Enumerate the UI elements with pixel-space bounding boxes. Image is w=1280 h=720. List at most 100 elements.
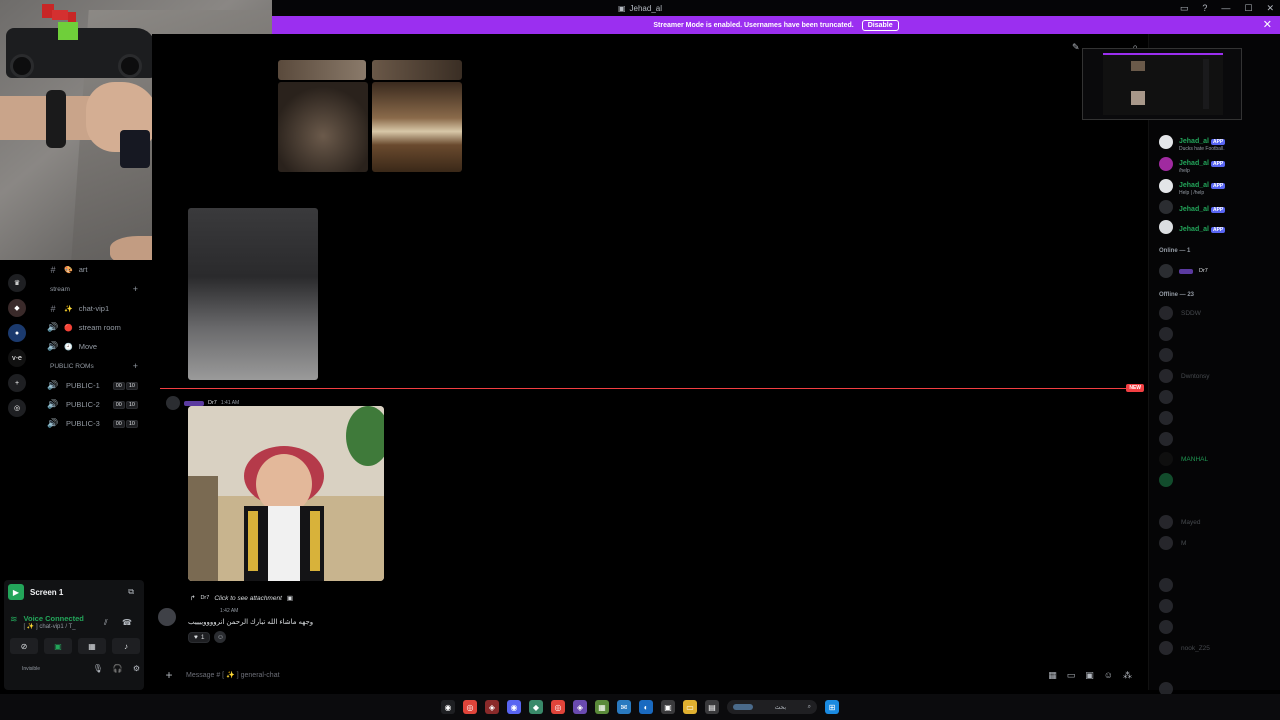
member-offline[interactable]: M [1159, 536, 1186, 550]
member-offline[interactable] [1159, 327, 1181, 341]
noise-suppression-icon[interactable]: ⫽ [104, 618, 108, 628]
reaction-heart[interactable]: ♥ 1 [188, 631, 211, 643]
microphone-icon[interactable]: 🎙 [93, 664, 103, 673]
server-icon[interactable]: v-e [8, 349, 26, 367]
disable-streamer-mode-button[interactable]: Disable [861, 19, 899, 31]
add-channel-icon[interactable]: + [133, 284, 138, 294]
activities-icon[interactable]: ▦ [78, 638, 106, 654]
attachment-image[interactable] [278, 82, 368, 172]
member-offline[interactable]: Dwntonsy [1159, 369, 1210, 383]
mail-icon[interactable]: ✉ [617, 700, 631, 714]
attachment-image[interactable] [188, 406, 384, 581]
channel-label: Move [78, 342, 98, 351]
channel-art[interactable]: # 🎨 art [38, 260, 148, 279]
folder-icon[interactable]: ▭ [683, 700, 697, 714]
member-offline[interactable] [1159, 578, 1181, 592]
channel-public-3[interactable]: 🔊 PUBLIC-3 00 10 [38, 414, 148, 433]
obs-icon[interactable]: ◉ [441, 700, 455, 714]
discord-icon[interactable]: ◉ [507, 700, 521, 714]
user-status[interactable]: Invisible [22, 666, 40, 672]
member-offline[interactable] [1159, 390, 1181, 404]
category-public-roms[interactable]: PUBLIC ROMs + [38, 356, 148, 376]
close-banner-icon[interactable]: ✕ [1263, 18, 1272, 31]
edge-icon[interactable]: ◐ [639, 700, 653, 714]
member-offline[interactable]: nook_Z25 [1159, 641, 1210, 655]
sticker-icon[interactable]: ▣ [1085, 670, 1094, 681]
avatar[interactable] [166, 396, 180, 410]
member-offline[interactable] [1159, 348, 1181, 362]
add-reaction-icon[interactable]: ☺ [214, 631, 227, 643]
member-offline[interactable] [1159, 620, 1181, 634]
category-stream[interactable]: stream + [38, 279, 148, 299]
gif-icon[interactable]: ▭ [1067, 670, 1076, 681]
server-icon[interactable]: ● [8, 324, 26, 342]
minecraft-icon[interactable]: ▦ [595, 700, 609, 714]
discover-icon[interactable]: ◎ [8, 399, 26, 417]
channel-stream-room[interactable]: 🔊 🔴 stream room [38, 318, 148, 337]
message-input[interactable]: Message # [ ✨ ] general-chat [186, 671, 280, 679]
soundboard-icon[interactable]: ♪ [112, 638, 140, 654]
member-offline[interactable] [1159, 432, 1181, 446]
member-offline[interactable] [1159, 599, 1181, 613]
attachment-image[interactable] [372, 82, 462, 172]
maximize-button[interactable]: ☐ [1244, 3, 1252, 14]
channel-public-1[interactable]: 🔊 PUBLIC-1 00 10 [38, 376, 148, 395]
member-offline[interactable]: MANHAL [1159, 452, 1208, 466]
reactions: ♥ 1 ☺ [188, 631, 227, 643]
member-offline[interactable] [1159, 473, 1181, 487]
username-redacted[interactable] [184, 400, 204, 406]
member-offline[interactable]: SDDW [1159, 306, 1201, 320]
threads-icon[interactable]: ✎ [1072, 42, 1080, 53]
disconnect-icon[interactable]: ☎ [122, 618, 132, 627]
voice-channel-icon: 🔊 [47, 418, 59, 428]
app-icon[interactable]: ◆ [529, 700, 543, 714]
apps-icon[interactable]: ⁂ [1123, 670, 1132, 681]
member-app[interactable]: Jehad_al APP [1159, 200, 1226, 214]
headphones-icon[interactable]: 🎧 [113, 664, 123, 673]
attachment-image[interactable] [372, 60, 462, 80]
avatar[interactable] [158, 608, 176, 626]
gift-icon[interactable]: ▦ [1048, 670, 1057, 681]
app-icon[interactable]: ▤ [705, 700, 719, 714]
close-window-button[interactable]: ✕ [1266, 3, 1274, 14]
screen-share-row[interactable]: ▶ Screen 1 [8, 584, 63, 600]
member-offline[interactable]: Mayed [1159, 515, 1201, 529]
channel-move[interactable]: 🔊 🕘 Move [38, 337, 148, 356]
member-app[interactable]: Jehad_al APP [1159, 220, 1226, 234]
channel-public-2[interactable]: 🔊 PUBLIC-2 00 10 [38, 395, 148, 414]
attachment-image[interactable] [278, 60, 366, 80]
help-icon[interactable]: ? [1202, 3, 1207, 13]
camera-off-icon[interactable]: ⊘ [10, 638, 38, 654]
member-app[interactable]: Jehad_al APP Help | /help [1159, 176, 1226, 196]
member-app[interactable]: Jehad_al APP Ducks hate Football. [1159, 132, 1226, 152]
reply-preview[interactable]: ↱ Dr7 Click to see attachment ▣ [190, 594, 293, 603]
attachment-image[interactable] [188, 208, 318, 380]
chrome-icon[interactable]: ◎ [463, 700, 477, 714]
voice-channel-name[interactable]: [ ✨ ] chat-vip1 / T_ [24, 623, 84, 630]
emoji-icon[interactable]: ☺ [1104, 670, 1113, 681]
message-composer[interactable]: + Message # [ ✨ ] general-chat ▦ ▭ ▣ ☺ ⁂ [152, 662, 1142, 688]
server-icon[interactable]: ♛ [8, 274, 26, 292]
minimize-button[interactable]: — [1221, 3, 1230, 13]
server-icon[interactable]: ◆ [8, 299, 26, 317]
app-icon[interactable]: ◈ [485, 700, 499, 714]
add-channel-icon[interactable]: + [133, 361, 138, 371]
attach-plus-icon[interactable]: + [160, 668, 178, 682]
inbox-icon[interactable]: ▭ [1180, 3, 1189, 14]
taskbar-search[interactable]: بحث ⌕ [727, 700, 817, 714]
stream-preview[interactable] [1082, 48, 1242, 120]
store-icon[interactable]: ▣ [661, 700, 675, 714]
chrome-icon[interactable]: ◎ [551, 700, 565, 714]
screen-share-button[interactable]: ▣ [44, 638, 72, 654]
settings-icon[interactable]: ⚙ [133, 664, 140, 673]
windows-start-icon[interactable]: ⊞ [825, 700, 839, 714]
channel-chat-vip1[interactable]: # ✨ chat-vip1 [38, 299, 148, 318]
voice-connected-label[interactable]: Voice Connected [24, 614, 84, 623]
member-offline[interactable] [1159, 411, 1181, 425]
member-app[interactable]: Jehad_al APP/help [1159, 154, 1226, 174]
reply-text[interactable]: Click to see attachment [214, 595, 282, 602]
game-icon[interactable]: ◈ [573, 700, 587, 714]
add-server-icon[interactable]: + [8, 374, 26, 392]
member-online[interactable]: Dr7 [1159, 264, 1208, 278]
popout-icon[interactable]: ⧉ [128, 587, 134, 597]
